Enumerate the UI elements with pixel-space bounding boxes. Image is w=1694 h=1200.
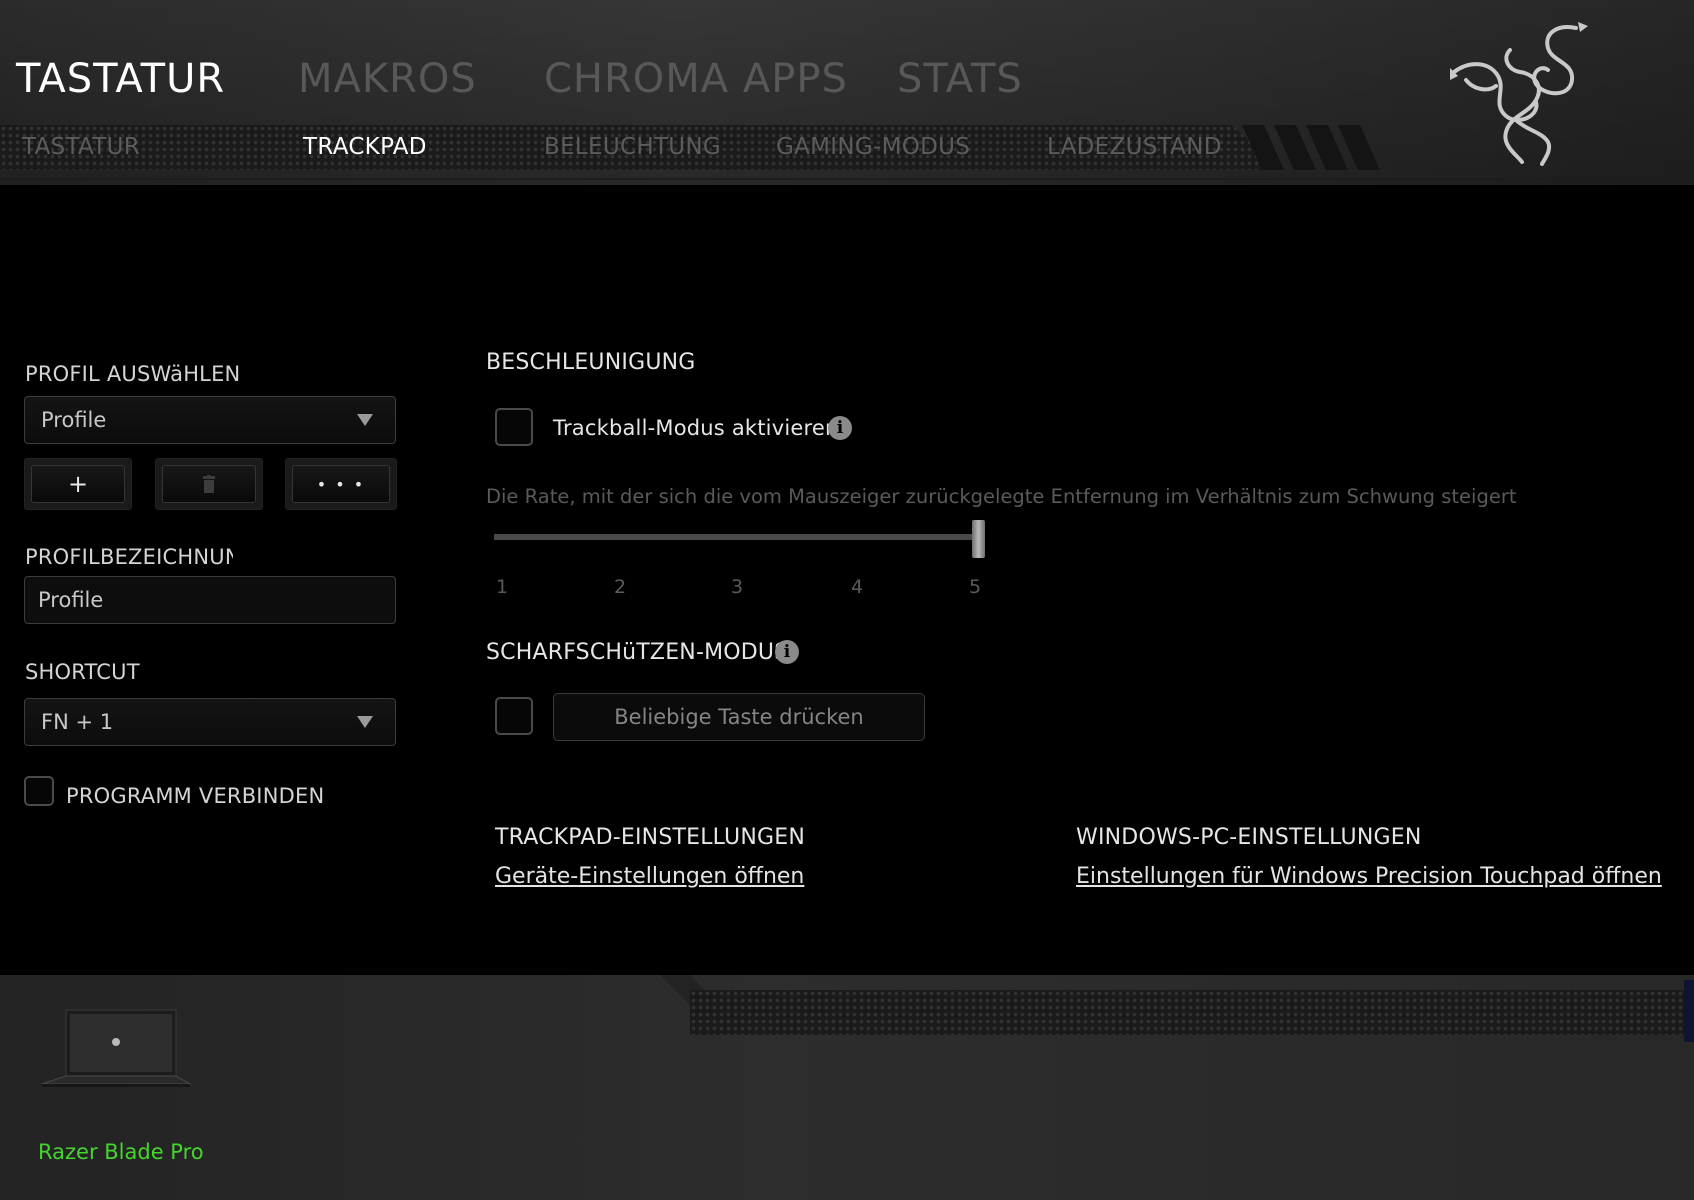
device-settings-link[interactable]: Geräte-Einstellungen öffnen [495,864,804,889]
main-tab-tastatur[interactable]: TASTATUR [16,56,225,102]
trackball-mode-checkbox[interactable] [495,408,533,446]
profile-select-value: Profile [41,408,107,432]
acceleration-slider-track[interactable] [494,534,978,540]
footer-decoration [690,990,1694,1035]
delete-profile-button-frame [155,458,263,510]
add-profile-button-frame: + [24,458,132,510]
main-tab-stats[interactable]: STATS [897,56,1023,102]
shortcut-select-value: FN + 1 [41,710,114,734]
windows-settings-title: WINDOWS-PC-EINSTELLUNGEN [1076,825,1422,850]
acceleration-slider-thumb[interactable] [972,520,985,558]
chevron-down-icon [357,716,373,728]
acceleration-title: BESCHLEUNIGUNG [486,350,696,375]
profile-name-label: PROFILBEZEICHNUNG [25,545,233,569]
info-icon[interactable]: i [775,640,799,664]
slider-tick-label: 4 [851,576,864,598]
sniper-mode-title: SCHARFSCHüTZEN-MODUS [486,640,789,665]
sub-tab-bar-decoration [1234,125,1404,170]
link-program-label: PROGRAMM VERBINDEN [66,784,325,808]
sub-tab-gaming-modus[interactable]: GAMING-MODUS [776,134,970,160]
delete-profile-button[interactable] [162,465,256,503]
sub-tab-beleuchtung[interactable]: BELEUCHTUNG [544,134,721,160]
main-tab-chroma-apps[interactable]: CHROMA APPS [544,56,848,102]
main-tab-bar: TASTATUR MAKROS CHROMA APPS STATS [0,56,1100,116]
trackpad-settings-title: TRACKPAD-EINSTELLUNGEN [495,825,806,850]
more-options-button-frame: • • • [285,458,397,510]
slider-tick-label: 3 [731,576,744,598]
info-icon[interactable]: i [828,416,852,440]
shortcut-label: SHORTCUT [25,660,140,684]
laptop-icon[interactable] [38,1008,194,1088]
profile-select-label: PROFIL AUSWäHLEN [25,362,241,386]
main-tab-makros[interactable]: MAKROS [298,56,477,102]
device-name[interactable]: Razer Blade Pro [38,1140,204,1164]
precision-touchpad-link[interactable]: Einstellungen für Windows Precision Touc… [1076,864,1662,889]
profile-name-input[interactable]: Profile [24,576,396,624]
more-icon: • • • [316,474,366,494]
chevron-down-icon [357,414,373,426]
sub-tab-tastatur[interactable]: TASTATUR [22,134,140,160]
shortcut-select[interactable]: FN + 1 [24,698,396,746]
sniper-key-input[interactable]: Beliebige Taste drücken [553,693,925,741]
slider-tick-label: 5 [969,576,982,598]
acceleration-slider-fill [494,534,978,540]
trackball-mode-label: Trackball-Modus aktivieren [553,416,839,440]
sniper-mode-checkbox[interactable] [495,697,533,735]
razer-logo-icon [1450,22,1588,166]
acceleration-description: Die Rate, mit der sich die vom Mauszeige… [486,485,1517,508]
trash-icon [203,475,215,493]
slider-tick-label: 2 [614,576,627,598]
sub-tab-trackpad[interactable]: TRACKPAD [303,134,427,160]
scroll-edge [1684,980,1694,1042]
plus-icon: + [67,470,89,498]
slider-tick-label: 1 [496,576,509,598]
more-options-button[interactable]: • • • [292,465,390,503]
divider [0,178,1694,180]
link-program-checkbox[interactable] [24,776,54,806]
add-profile-button[interactable]: + [31,465,125,503]
sub-tab-ladezustand[interactable]: LADEZUSTAND [1047,134,1222,160]
profile-select[interactable]: Profile [24,396,396,444]
